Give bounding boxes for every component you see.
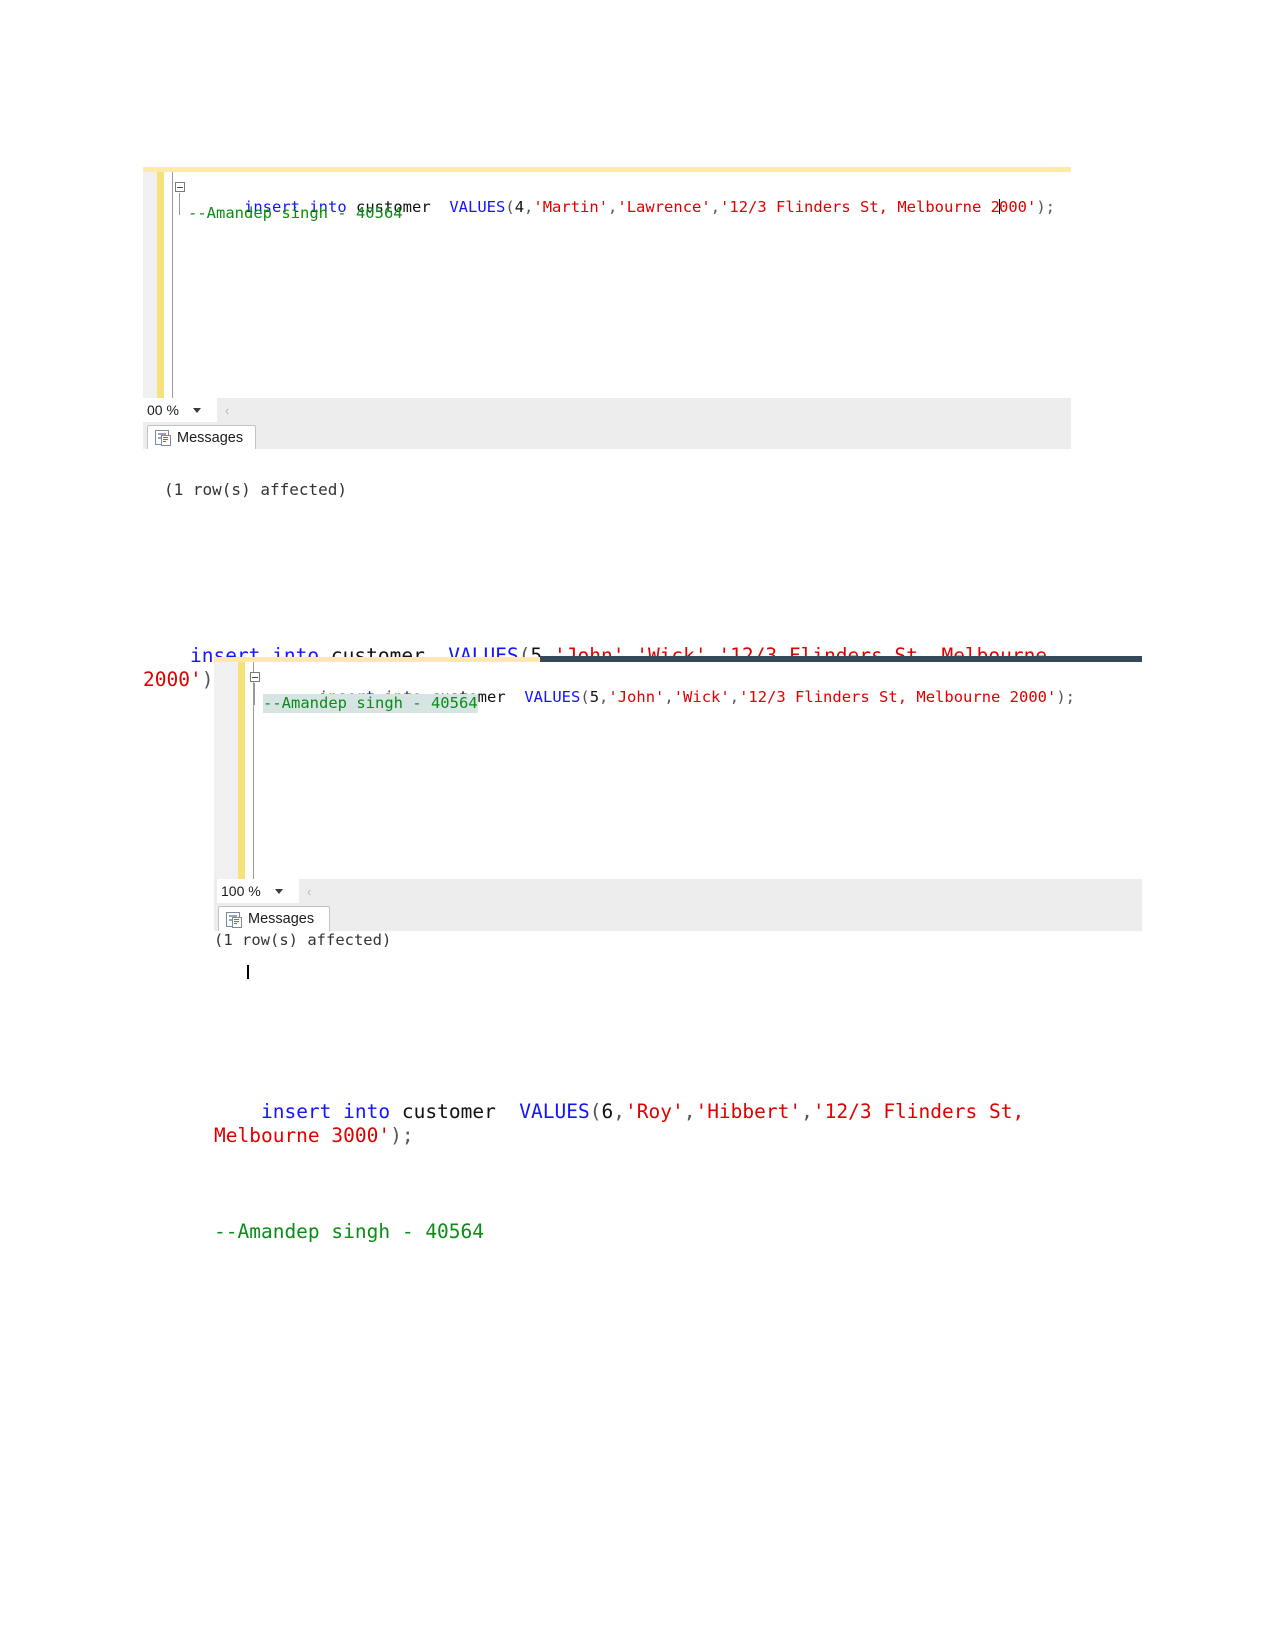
editor-line-2-comment[interactable]: --Amandep singh - 40564 bbox=[263, 694, 478, 713]
editor-change-marker-yellow bbox=[238, 662, 245, 879]
editor-statusbar-bottom: 100 % ‹ bbox=[214, 879, 1142, 903]
sql-comma-1: , bbox=[613, 1100, 625, 1123]
sql-value-firstname: 'John' bbox=[608, 688, 665, 706]
editor-gutter-divider bbox=[172, 172, 173, 398]
outlining-collapse-icon[interactable] bbox=[175, 182, 185, 192]
ssms-panel-bottom: insert into customer VALUES(5,'John','Wi… bbox=[214, 656, 1142, 989]
sql-comma-3: , bbox=[710, 198, 721, 216]
sql-comma-1: , bbox=[599, 688, 609, 706]
tab-messages-top[interactable]: Messages bbox=[147, 425, 256, 449]
chevron-down-icon[interactable] bbox=[192, 407, 201, 413]
sql-comma-2: , bbox=[608, 198, 618, 216]
sql-value-id: 5 bbox=[589, 688, 600, 706]
zoom-combo-top[interactable]: 00 % bbox=[143, 398, 217, 422]
sql-statement-close: ); bbox=[390, 1124, 414, 1147]
sql-value-address: '12/3 Flinders St, Melbourne 2000' bbox=[739, 688, 1057, 706]
messages-caret bbox=[247, 965, 249, 979]
sql-comma-1: , bbox=[524, 198, 534, 216]
sql-value-address-part1: '12/3 Flinders St, Melbourne 2 bbox=[720, 198, 1001, 216]
outlining-collapse-icon[interactable] bbox=[250, 672, 260, 682]
sql-comma-3: , bbox=[801, 1100, 813, 1123]
editor-gutter-background bbox=[143, 172, 157, 398]
messages-text-bottom: (1 row(s) affected) bbox=[214, 931, 392, 949]
sql-value-lastname: 'Lawrence' bbox=[617, 198, 711, 216]
splitter-collapse-icon[interactable]: ‹ bbox=[307, 884, 311, 899]
sql-paren-open: ( bbox=[505, 198, 515, 216]
sql-statement-close: ); bbox=[1056, 688, 1076, 706]
sql-value-address-part2: 000' bbox=[999, 198, 1037, 216]
chevron-down-icon[interactable] bbox=[274, 888, 283, 894]
sql-statement-close: ); bbox=[1036, 198, 1056, 216]
sql-paren-open: ( bbox=[589, 1100, 602, 1123]
editor-line-2-comment[interactable]: --Amandep singh - 40564 bbox=[188, 204, 403, 223]
sql-comma-2: , bbox=[683, 1100, 696, 1123]
sql-comma-3: , bbox=[729, 688, 740, 706]
outlining-stem bbox=[254, 683, 255, 705]
sql-comma-2: , bbox=[664, 688, 674, 706]
sql-paren-open: ( bbox=[580, 688, 590, 706]
sql-value-firstname: 'Roy' bbox=[625, 1100, 684, 1123]
sql-value-lastname: 'Wick' bbox=[673, 688, 730, 706]
ssms-panel-top: insert into customer VALUES(4,'Martin','… bbox=[143, 167, 1071, 463]
sql-value-id: 4 bbox=[514, 198, 525, 216]
sql-keyword-values: VALUES bbox=[449, 198, 506, 216]
tab-messages-label: Messages bbox=[248, 911, 315, 927]
sql-value-firstname: 'Martin' bbox=[533, 198, 609, 216]
sql-value-id: 6 bbox=[601, 1100, 614, 1123]
zoom-level-label: 100 % bbox=[221, 883, 261, 899]
editor-change-marker-yellow bbox=[157, 172, 164, 398]
results-tabstrip-top: Messages bbox=[143, 422, 1071, 449]
editor-gutter-background bbox=[214, 662, 238, 879]
document-code-block-bottom: insert into customer VALUES(6,'Roy','Hib… bbox=[214, 1028, 1074, 1268]
sql-keyword-into: into bbox=[343, 1100, 391, 1123]
sql-editor-bottom[interactable]: insert into customer VALUES(5,'John','Wi… bbox=[214, 662, 1142, 879]
messages-output-top[interactable] bbox=[143, 449, 1071, 463]
document-comment-line-bottom: --Amandep singh - 40564 bbox=[214, 1220, 485, 1243]
sql-keyword-insert: insert bbox=[260, 1100, 332, 1123]
results-tabstrip-bottom: Messages bbox=[214, 903, 1142, 931]
sql-keyword-values: VALUES bbox=[519, 1100, 590, 1123]
sql-keyword-values: VALUES bbox=[524, 688, 581, 706]
messages-icon bbox=[226, 911, 242, 928]
sql-table-name: customer bbox=[401, 1100, 496, 1123]
zoom-combo-bottom[interactable]: 100 % bbox=[217, 879, 299, 903]
zoom-level-label: 00 % bbox=[147, 402, 179, 418]
sql-value-lastname: 'Hibbert' bbox=[695, 1100, 802, 1123]
editor-statusbar-top: 00 % ‹ bbox=[143, 398, 1071, 422]
sql-editor-top[interactable]: insert into customer VALUES(4,'Martin','… bbox=[143, 172, 1071, 398]
messages-text-top: (1 row(s) affected) bbox=[164, 480, 348, 499]
tab-messages-bottom[interactable]: Messages bbox=[218, 906, 330, 931]
document-code-line-1: insert into customer VALUES(6,'Roy','Hib… bbox=[214, 1076, 1074, 1172]
tab-messages-label: Messages bbox=[177, 429, 244, 446]
messages-icon bbox=[155, 430, 171, 446]
messages-output-bottom[interactable]: (1 row(s) affected) bbox=[214, 931, 1142, 989]
outlining-stem bbox=[179, 193, 180, 215]
splitter-collapse-icon[interactable]: ‹ bbox=[225, 403, 229, 418]
